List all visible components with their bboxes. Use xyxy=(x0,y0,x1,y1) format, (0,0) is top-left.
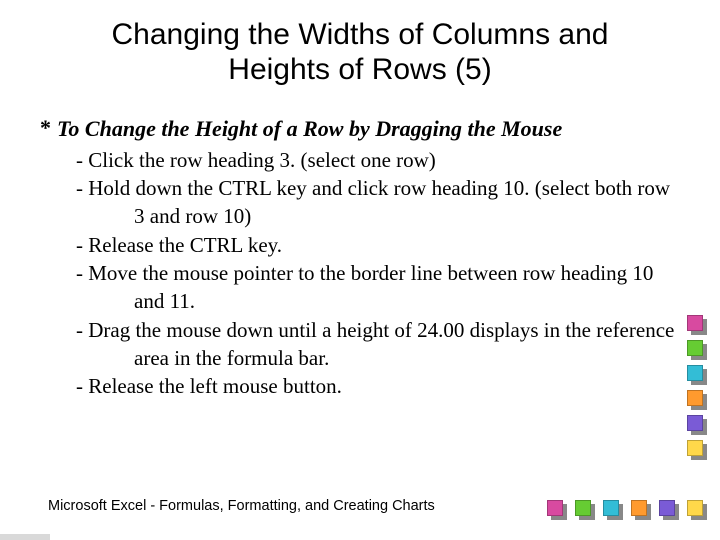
corner-notch xyxy=(0,534,50,540)
deco-squares-vertical xyxy=(684,312,712,465)
step-item: - Move the mouse pointer to the border l… xyxy=(76,259,680,316)
deco-squares-horizontal xyxy=(544,500,712,522)
steps-list: - Click the row heading 3. (select one r… xyxy=(40,144,680,401)
deco-square-icon xyxy=(547,500,569,522)
deco-square-icon xyxy=(659,500,681,522)
step-item: - Click the row heading 3. (select one r… xyxy=(76,146,680,174)
title-line-2: Heights of Rows (5) xyxy=(0,53,720,88)
section-heading: To Change the Height of a Row by Draggin… xyxy=(57,115,562,144)
slide-body: * To Change the Height of a Row by Dragg… xyxy=(0,87,720,401)
deco-square-icon xyxy=(631,500,653,522)
deco-square-icon xyxy=(687,365,709,387)
deco-square-icon xyxy=(687,500,709,522)
step-item: - Release the CTRL key. xyxy=(76,231,680,259)
bullet-icon: * xyxy=(40,115,51,141)
step-item: - Drag the mouse down until a height of … xyxy=(76,316,680,373)
deco-square-icon xyxy=(687,415,709,437)
deco-square-icon xyxy=(603,500,625,522)
deco-square-icon xyxy=(575,500,597,522)
deco-square-icon xyxy=(687,440,709,462)
deco-square-icon xyxy=(687,315,709,337)
footer-text: Microsoft Excel - Formulas, Formatting, … xyxy=(48,498,435,514)
title-line-1: Changing the Widths of Columns and xyxy=(0,18,720,53)
bullet-row: * To Change the Height of a Row by Dragg… xyxy=(40,115,680,144)
deco-square-icon xyxy=(687,340,709,362)
deco-square-icon xyxy=(687,390,709,412)
step-item: - Hold down the CTRL key and click row h… xyxy=(76,174,680,231)
slide-title: Changing the Widths of Columns and Heigh… xyxy=(0,0,720,87)
slide: Changing the Widths of Columns and Heigh… xyxy=(0,0,720,540)
step-item: - Release the left mouse button. xyxy=(76,372,680,400)
